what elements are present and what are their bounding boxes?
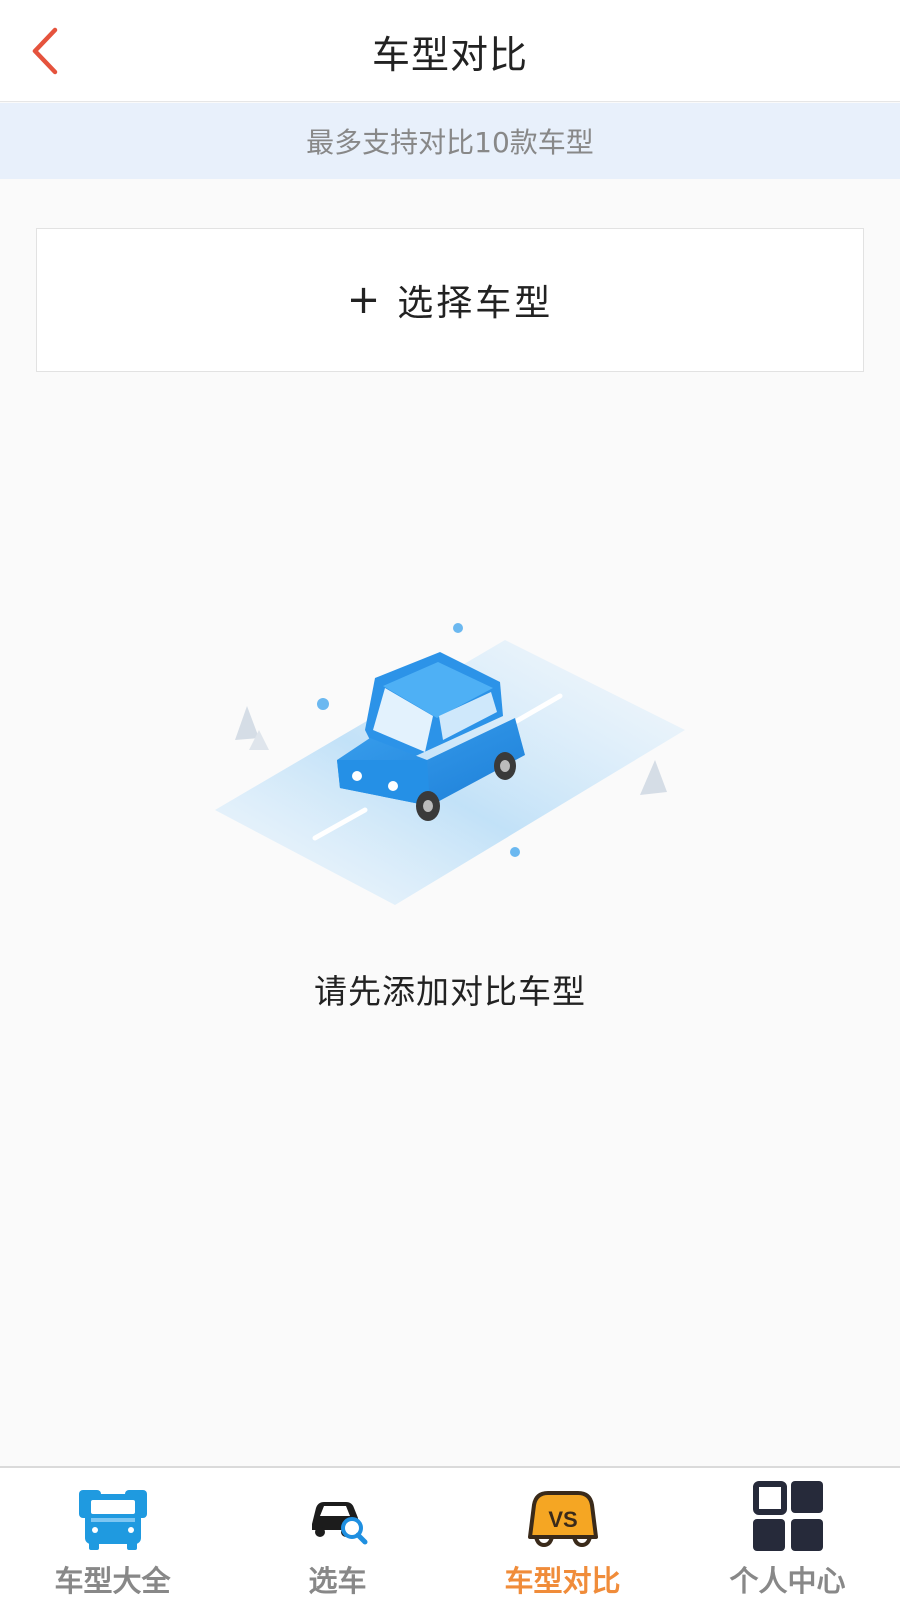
tab-label: 选车 (308, 1564, 367, 1598)
tree-left (235, 706, 259, 740)
grid-apps-icon (752, 1481, 823, 1551)
tab-label: 车型大全 (54, 1564, 171, 1598)
app-screen: 车型对比 最多支持对比10款车型 + 选择车型 请先添加对比车型 车型大全 选车… (0, 0, 900, 1600)
tab-label: 车型对比 (504, 1564, 621, 1598)
tab-car-catalog[interactable]: 车型大全 (0, 1468, 225, 1600)
tree-right (640, 760, 667, 795)
tab-personal-center[interactable]: 个人中心 (675, 1468, 900, 1600)
top-nav-bar: 车型对比 (0, 0, 900, 102)
select-model-label: 选择车型 (397, 283, 554, 324)
tab-car-compare[interactable]: VS 车型对比 (450, 1468, 675, 1600)
compare-limit-notice: 最多支持对比10款车型 (0, 103, 900, 179)
car-fleet-icon (78, 1490, 147, 1550)
svg-text:VS: VS (548, 1507, 577, 1532)
empty-state-message: 请先添加对比车型 (314, 972, 586, 1011)
tab-choose-car[interactable]: 选车 (225, 1468, 450, 1600)
plus-icon: + (346, 277, 384, 323)
bottom-tab-bar: 车型大全 选车 VS 车型对比 个人中心 (0, 1466, 900, 1600)
car-search-icon (311, 1502, 367, 1545)
car-on-road-illustration (215, 623, 685, 905)
select-model-button[interactable]: + 选择车型 (36, 228, 864, 372)
car-vs-icon: VS (527, 1491, 598, 1548)
tab-label: 个人中心 (729, 1564, 846, 1598)
page-title: 车型对比 (371, 32, 528, 77)
